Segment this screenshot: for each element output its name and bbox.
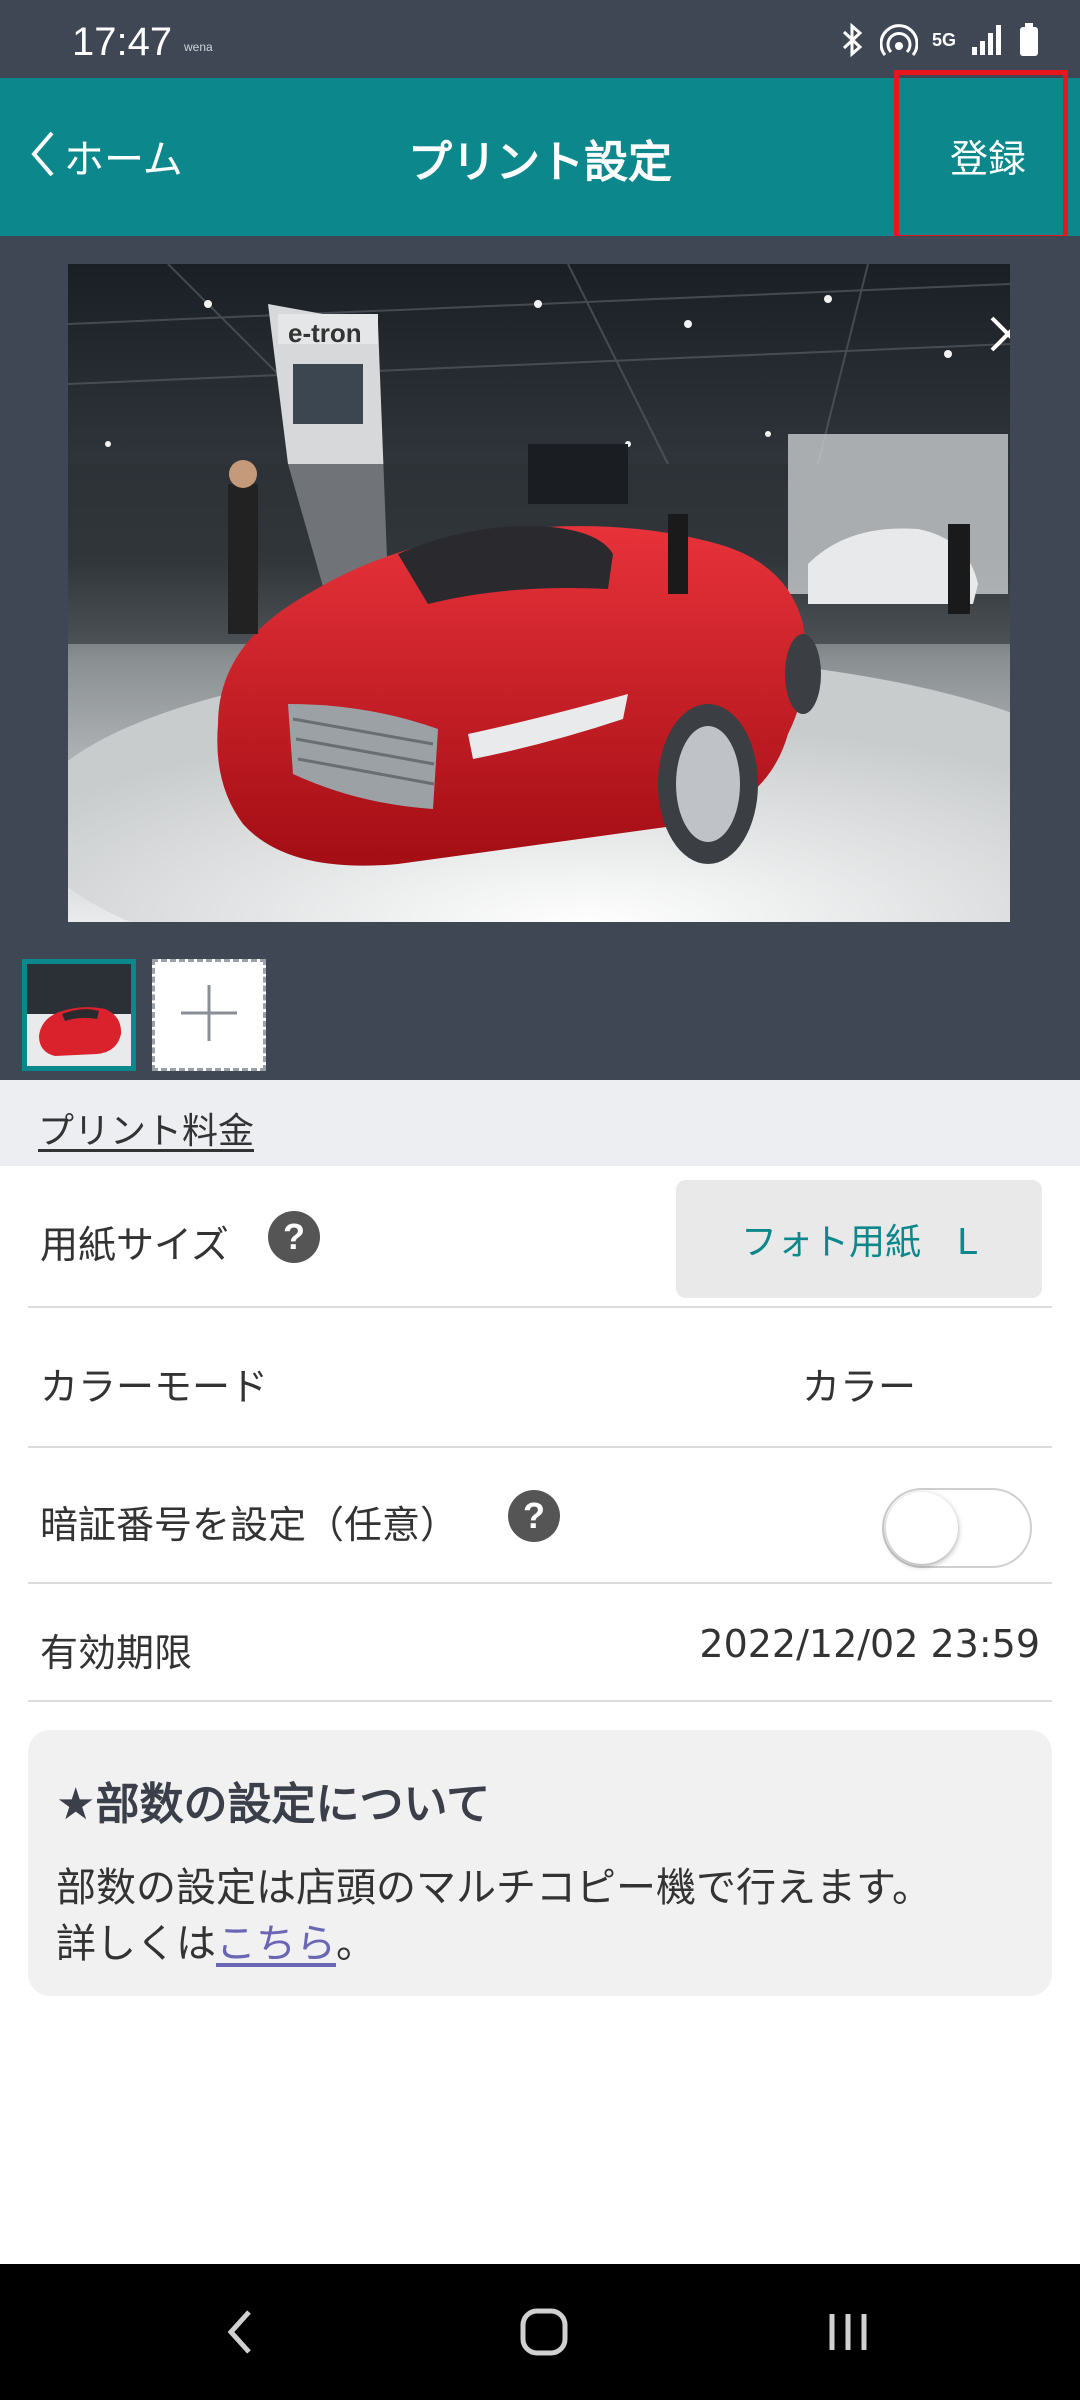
recents-icon[interactable] xyxy=(768,2264,928,2400)
thumbnail-car-image xyxy=(27,964,131,1066)
details-link[interactable]: こちら xyxy=(216,1921,336,1967)
paper-size-label: 用紙サイズ xyxy=(40,1223,229,1267)
info-line-2: 詳しくはこちら。 xyxy=(56,1916,1036,1972)
status-icons: 5G xyxy=(840,18,1040,62)
info-body: 部数の設定は店頭のマルチコピー機で行えます。 詳しくはこちら。 xyxy=(56,1860,1036,1972)
info-line-2-prefix: 詳しくは xyxy=(56,1921,216,1967)
signal-icon xyxy=(970,23,1004,57)
toggle-knob xyxy=(886,1492,958,1564)
network-type: 5G xyxy=(931,30,956,50)
copies-info-box: ★部数の設定について 部数の設定は店頭のマルチコピー機で行えます。 詳しくはこち… xyxy=(28,1730,1052,1996)
pin-label: 暗証番号を設定（任意） xyxy=(40,1503,459,1547)
status-carrier: wena xyxy=(184,40,213,54)
expiry-label: 有効期限 xyxy=(40,1631,193,1675)
paper-size-row: 用紙サイズ ? フォト用紙 L xyxy=(28,1166,1052,1308)
status-time: 17:47 xyxy=(72,20,173,64)
app-header: ホーム プリント設定 登録 xyxy=(0,70,1080,240)
paper-size-select[interactable]: フォト用紙 L xyxy=(676,1180,1042,1298)
register-label: 登録 xyxy=(949,136,1026,181)
close-icon[interactable] xyxy=(978,304,1010,364)
red-sports-car-photo: e-tron xyxy=(68,264,1010,922)
pin-row: 暗証番号を設定（任意） ? xyxy=(28,1448,1052,1584)
svg-text:e-tron: e-tron xyxy=(288,318,362,348)
pin-help-mark: ? xyxy=(523,1495,545,1536)
thumbnail-selected[interactable] xyxy=(22,959,136,1071)
5g-icon: 5G xyxy=(932,31,956,49)
print-fee-bar: プリント料金 xyxy=(0,1080,1080,1166)
color-mode-label: カラーモード xyxy=(40,1365,269,1409)
question-icon[interactable]: ? xyxy=(268,1211,320,1263)
system-nav-bar xyxy=(0,2264,1080,2400)
question-icon[interactable]: ? xyxy=(508,1490,560,1542)
plus-icon xyxy=(177,981,241,1049)
info-line-2-suffix: 。 xyxy=(336,1921,376,1967)
status-bar: 17:47 wena 5G xyxy=(0,0,1080,78)
print-fee-link[interactable]: プリント料金 xyxy=(38,1102,254,1154)
photo-preview: e-tron xyxy=(68,264,1010,922)
bluetooth-icon xyxy=(840,22,866,58)
home-icon[interactable] xyxy=(464,2264,624,2400)
back-icon[interactable] xyxy=(160,2264,320,2400)
color-mode-row: カラーモード カラー xyxy=(28,1308,1052,1448)
add-photo-button[interactable] xyxy=(152,959,266,1071)
hotspot-icon xyxy=(879,22,918,58)
expiry-value: 2022/12/02 23:59 xyxy=(699,1622,1040,1666)
paper-size-help-mark: ? xyxy=(283,1216,305,1257)
battery-icon xyxy=(1018,22,1040,58)
pin-toggle[interactable] xyxy=(882,1488,1032,1568)
expiry-row: 有効期限 2022/12/02 23:59 xyxy=(28,1584,1052,1702)
register-button[interactable]: 登録 xyxy=(894,70,1068,240)
preview-area: e-tron xyxy=(0,236,1080,1080)
color-mode-value[interactable]: カラー xyxy=(802,1356,916,1411)
paper-size-value: フォト用紙 L xyxy=(740,1222,978,1263)
info-title: ★部数の設定について xyxy=(56,1779,491,1830)
info-line-1: 部数の設定は店頭のマルチコピー機で行えます。 xyxy=(56,1865,932,1911)
